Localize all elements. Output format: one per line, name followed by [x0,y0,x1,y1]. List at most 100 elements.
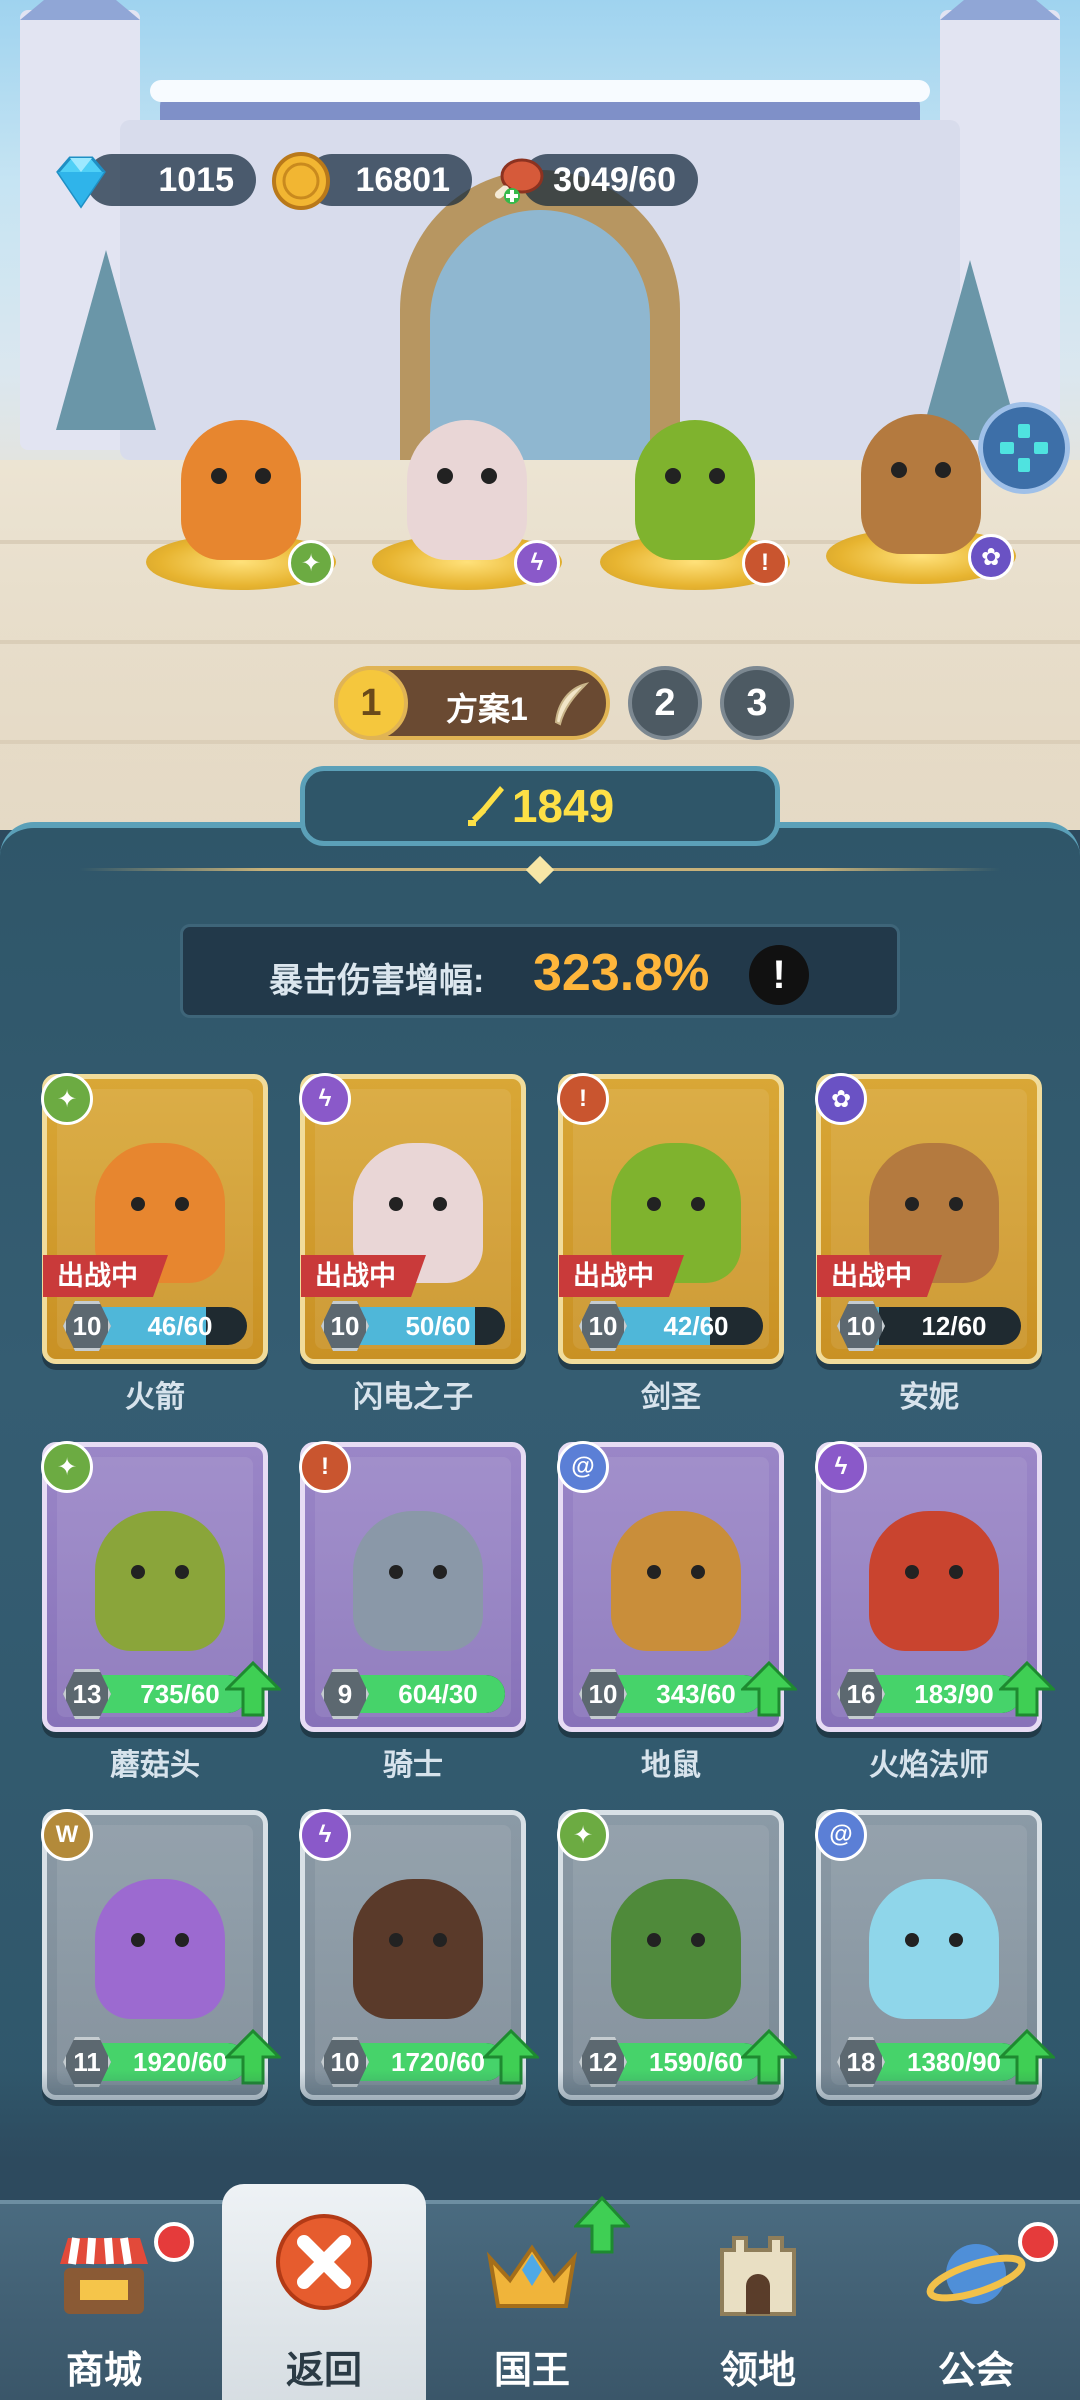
meat-icon [486,150,548,212]
hero-card[interactable]: ϟ 1720/60 10 [299,1809,539,2100]
paw-icon: ✿ [815,1073,867,1125]
progress-text: 50/60 [405,1311,471,1341]
hero-name: 地鼠 [641,1749,701,1782]
hero-card[interactable]: W 1920/60 11 [41,1809,281,2100]
hero-name: 火焰法师 [869,1749,989,1782]
deployed-tag: 出战中 [817,1255,942,1297]
hero-avatar [611,1879,741,2019]
plan-number: 1 [334,666,408,740]
hero-card[interactable]: @343/60 10 [557,1441,797,1732]
hero-card[interactable]: ✦ 出战中 46/60 10 [41,1073,268,1364]
hero-card[interactable]: ✦ 735/60 13 [41,1441,281,1732]
gold-coin-icon [270,150,332,212]
hero-card[interactable]: ϟ 出战中 50/60 10 [299,1073,526,1364]
castle-icon [720,2236,796,2316]
stage-hero-rocket[interactable]: ✦ [146,420,336,590]
progress-text: 46/60 [147,1311,213,1341]
plan-selector-active[interactable]: 1 方案1 [334,666,610,740]
hero-name: 蘑菇头 [110,1749,200,1782]
hero-card[interactable]: ! 604/30 9 [299,1441,526,1732]
wings-icon: W [41,1809,93,1861]
hero-name: 火箭 [125,1381,185,1414]
power-display: 1849 [300,766,780,846]
nav-label: 领地 [719,2350,796,2392]
nav-guild[interactable]: 公会 [876,2204,1076,2400]
snow-roof [150,80,930,102]
pine-tree [56,250,156,430]
stamina-counter[interactable]: 3049/60 [522,154,698,206]
hero-card[interactable]: ϟ 183/90 16 [815,1441,1055,1732]
nav-back[interactable]: 返回 [222,2184,426,2400]
nav-king[interactable]: 国王 [432,2196,632,2400]
progress-text: 604/30 [398,1679,478,1709]
plan-label: 方案1 [446,691,528,727]
stage-hero-lightning[interactable]: ϟ [372,420,562,590]
ranger-icon: ✦ [557,1809,609,1861]
hero-name: 骑士 [383,1749,443,1782]
gamepad-icon [1000,424,1048,472]
progress-text: 12/60 [921,1311,987,1341]
shop-icon [60,2237,148,2314]
spiral-icon: @ [557,1441,609,1493]
notification-dot [154,2222,194,2262]
hero-card[interactable]: ✿ 出战中 12/60 10 [815,1073,1042,1364]
hero-avatar [611,1511,741,1651]
crit-label: 暴击伤害增幅: [269,962,485,1000]
deployed-tag: 出战中 [559,1255,684,1297]
hero-avatar [869,1511,999,1651]
mage-icon: ϟ [514,540,560,586]
stage-hero-swordsaint[interactable]: ! [600,420,790,590]
ranger-icon: ✦ [41,1441,93,1493]
upgrade-arrow-icon [999,1661,1055,1717]
deployed-tag: 出战中 [43,1255,168,1297]
hero-name: 剑圣 [641,1381,701,1414]
nav-label: 国王 [493,2350,570,2392]
gamepad-button[interactable] [978,402,1070,494]
hero-avatar [353,1879,483,2019]
hero-avatar [407,420,527,560]
mage-icon: ϟ [299,1809,351,1861]
hero-card[interactable]: ✦ 1590/60 12 [557,1809,797,2100]
nav-shop[interactable]: 商城 [4,2204,204,2400]
nav-label: 商城 [65,2350,142,2392]
hero-name: 闪电之子 [353,1381,473,1414]
paw-icon: ✿ [968,534,1014,580]
gem-count: 1015 [158,161,234,199]
hero-avatar [635,420,755,560]
crit-value: 323.8% [533,944,710,1002]
sword-icon [467,786,504,826]
warrior-icon: ! [742,540,788,586]
power-value: 1849 [511,780,615,832]
warrior-icon: ! [557,1073,609,1125]
feather-icon[interactable] [550,682,590,726]
upgrade-arrow-icon [741,1661,797,1717]
diamond-icon [50,150,112,212]
mage-icon: ϟ [299,1073,351,1125]
warrior-icon: ! [299,1441,351,1493]
hero-avatar [181,420,301,560]
hero-card[interactable]: ! 出战中 42/60 10 [557,1073,784,1364]
info-button[interactable]: ! [749,945,809,1005]
upgrade-arrow-icon [574,2196,630,2254]
deployed-tag: 出战中 [301,1255,426,1297]
nav-territory[interactable]: 领地 [658,2204,858,2400]
close-icon [276,2214,372,2310]
hero-avatar [861,414,981,554]
hero-card[interactable]: @1380/90 18 [815,1809,1055,2100]
coin-count: 16801 [355,161,450,199]
crit-damage-box: 暴击伤害增幅: 323.8% ! [180,924,900,1018]
progress-text: 42/60 [663,1311,729,1341]
hero-avatar [353,1511,483,1651]
ranger-icon: ✦ [41,1073,93,1125]
hero-name: 安妮 [899,1381,959,1414]
spiral-icon: @ [815,1809,867,1861]
bottom-nav: 商城 返回 国王 领地 公会 [0,2184,1080,2400]
upgrade-arrow-icon [225,1661,281,1717]
hero-avatar [869,1879,999,2019]
planet-icon [926,2244,1026,2304]
plan-button-2[interactable]: 2 [628,666,702,740]
plan-button-3[interactable]: 3 [720,666,794,740]
crown-icon [486,2244,578,2308]
nav-label: 返回 [285,2350,362,2392]
stamina-count: 3049/60 [553,161,676,199]
